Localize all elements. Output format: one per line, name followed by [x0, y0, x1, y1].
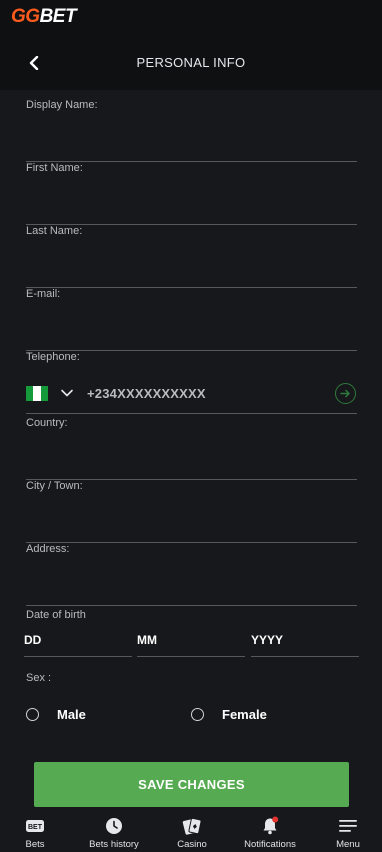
address-field: Address:: [26, 543, 357, 606]
email-label: E-mail:: [26, 288, 61, 300]
city-label: City / Town:: [26, 480, 83, 492]
telephone-field: Telephone: +234XXXXXXXXXX: [26, 351, 357, 414]
nav-item-casino[interactable]: Casino: [172, 812, 212, 852]
nav-label-bets-history: Bets history: [89, 839, 139, 850]
brand-bar: GGBET: [0, 0, 382, 34]
dob-day-select[interactable]: DD: [24, 626, 132, 657]
save-changes-button[interactable]: SAVE CHANGES: [34, 762, 349, 807]
country-label: Country:: [26, 417, 68, 429]
country-input[interactable]: [26, 451, 357, 477]
page-header: PERSONAL INFO: [0, 34, 382, 90]
display-name-label: Display Name:: [26, 99, 98, 111]
telephone-row: +234XXXXXXXXXX: [26, 383, 357, 407]
telephone-label: Telephone:: [26, 351, 80, 363]
sex-label: Sex :: [26, 672, 52, 684]
dob-label: Date of birth: [26, 609, 86, 621]
radio-circle-icon: [191, 707, 204, 721]
dob-year-select[interactable]: YYYY: [251, 626, 359, 657]
dob-month-value: MM: [137, 633, 157, 647]
clock-icon: [105, 815, 123, 837]
nav-item-menu[interactable]: Menu: [330, 812, 366, 852]
display-name-input[interactable]: [26, 133, 357, 159]
nav-label-casino: Casino: [177, 839, 207, 850]
radio-circle-icon: [26, 707, 39, 721]
sex-male-label: Male: [57, 706, 86, 722]
dob-day-value: DD: [24, 633, 42, 647]
city-input[interactable]: [26, 514, 357, 540]
nav-label-bets: Bets: [25, 839, 45, 850]
country-field: Country:: [26, 417, 357, 480]
email-field: E-mail:: [26, 288, 357, 351]
first-name-input[interactable]: [26, 196, 357, 222]
bell-icon: [260, 815, 280, 837]
hamburger-menu-icon: [339, 815, 357, 837]
last-name-input[interactable]: [26, 259, 357, 285]
sex-female-radio[interactable]: Female: [191, 706, 267, 722]
telephone-input[interactable]: +234XXXXXXXXXX: [87, 386, 206, 401]
sex-male-radio[interactable]: Male: [26, 706, 86, 722]
nav-item-bets[interactable]: BET Bets: [16, 812, 54, 852]
page-title: PERSONAL INFO: [136, 55, 246, 70]
ggbet-logo[interactable]: GGBET: [11, 6, 77, 28]
bet-ticket-icon: BET: [25, 815, 45, 837]
svg-text:BET: BET: [28, 824, 43, 831]
nav-label-menu: Menu: [336, 839, 360, 850]
last-name-field: Last Name:: [26, 225, 357, 288]
address-label: Address:: [26, 543, 70, 555]
dob-year-value: YYYY: [251, 633, 284, 647]
email-input[interactable]: [26, 322, 357, 348]
last-name-label: Last Name:: [26, 225, 83, 237]
arrow-right-icon: [340, 389, 350, 398]
display-name-field: Display Name:: [26, 99, 357, 162]
nav-label-notifications: Notifications: [244, 839, 296, 850]
nav-item-notifications[interactable]: Notifications: [240, 812, 300, 852]
chevron-down-icon[interactable]: [60, 386, 74, 400]
dob-month-select[interactable]: MM: [137, 626, 245, 657]
city-field: City / Town:: [26, 480, 357, 543]
address-input[interactable]: [26, 577, 357, 603]
nigeria-flag-icon[interactable]: [26, 386, 48, 401]
sex-female-label: Female: [222, 706, 267, 722]
cards-icon: [182, 815, 202, 837]
first-name-label: First Name:: [26, 162, 83, 174]
first-name-field: First Name:: [26, 162, 357, 225]
nav-item-bets-history[interactable]: Bets history: [85, 812, 143, 852]
bottom-nav: BET Bets Bets history Casino Notificatio…: [0, 812, 382, 852]
telephone-submit-button[interactable]: [335, 383, 356, 404]
